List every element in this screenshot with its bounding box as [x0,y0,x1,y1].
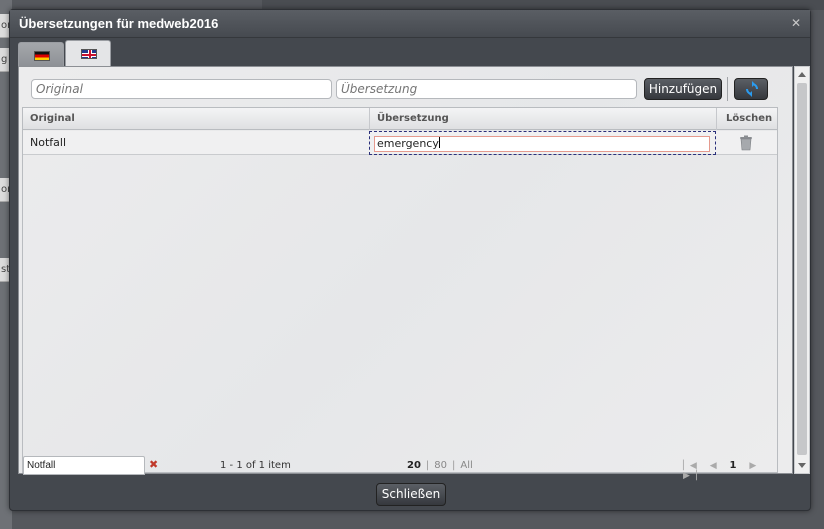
text-caret [438,137,440,148]
german-flag-icon [34,51,50,61]
page-size-80[interactable]: 80 [434,460,447,471]
page-size-selector: 20 | 80 | All [407,460,473,471]
trash-icon[interactable] [739,135,753,151]
scroll-down-icon[interactable] [798,463,806,468]
next-page-icon[interactable]: ▶ [749,461,756,471]
translation-input[interactable] [336,79,637,99]
column-header-delete: Löschen [716,108,777,130]
clear-filter-icon[interactable]: ✖ [149,458,158,471]
scroll-up-icon[interactable] [798,72,806,77]
add-translation-row: Hinzufügen [19,67,794,103]
item-count: 1 - 1 of 1 item [220,460,291,471]
translations-grid: Original Übersetzung Löschen Notfall eme… [22,107,778,473]
close-button[interactable]: Schließen [376,483,446,506]
tab-english[interactable] [65,40,111,66]
cell-translation-editor[interactable]: emergency [369,131,716,155]
translations-dialog: Übersetzungen für medweb2016 ✕ Hinzufüge… [9,9,811,511]
table-row[interactable]: Notfall emergency [23,131,777,155]
page-navigation: ▏◀ ◀ 1 ▶ ▶▕ [683,460,779,481]
british-flag-icon [81,49,97,59]
column-header-original[interactable]: Original [23,108,369,130]
refresh-button[interactable] [734,78,768,100]
dialog-title: Übersetzungen für medweb2016 [19,16,219,31]
translation-edit-value: emergency [377,137,439,150]
dialog-titlebar: Übersetzungen für medweb2016 ✕ [10,10,810,38]
current-page[interactable]: 1 [730,460,737,471]
first-page-icon[interactable]: ▏◀ [683,461,697,471]
refresh-icon [746,81,758,97]
original-input[interactable] [31,79,332,99]
grid-pager: ✖ 1 - 1 of 1 item 20|80|All ▏◀ ◀ 1 ▶ ▶▕ [19,456,779,481]
filter-input[interactable] [23,456,145,475]
page-size-20[interactable]: 20 [407,460,421,471]
column-header-translation[interactable]: Übersetzung [369,108,716,130]
close-icon[interactable]: ✕ [789,16,803,30]
page-size-all[interactable]: All [460,460,472,471]
prev-page-icon[interactable]: ◀ [710,461,717,471]
add-button[interactable]: Hinzufügen [644,78,722,100]
translations-panel: Hinzufügen Original Übersetzung Löschen … [18,66,794,481]
toolbar-divider [727,77,728,101]
last-page-icon[interactable]: ▶▕ [683,471,697,481]
grid-header: Original Übersetzung Löschen [23,108,777,130]
vertical-scrollbar[interactable] [794,66,810,474]
cell-original: Notfall [30,136,66,149]
cell-delete [716,131,777,155]
scrollbar-thumb[interactable] [797,83,807,455]
translation-edit-field[interactable]: emergency [374,136,710,152]
tab-german[interactable] [18,42,64,66]
